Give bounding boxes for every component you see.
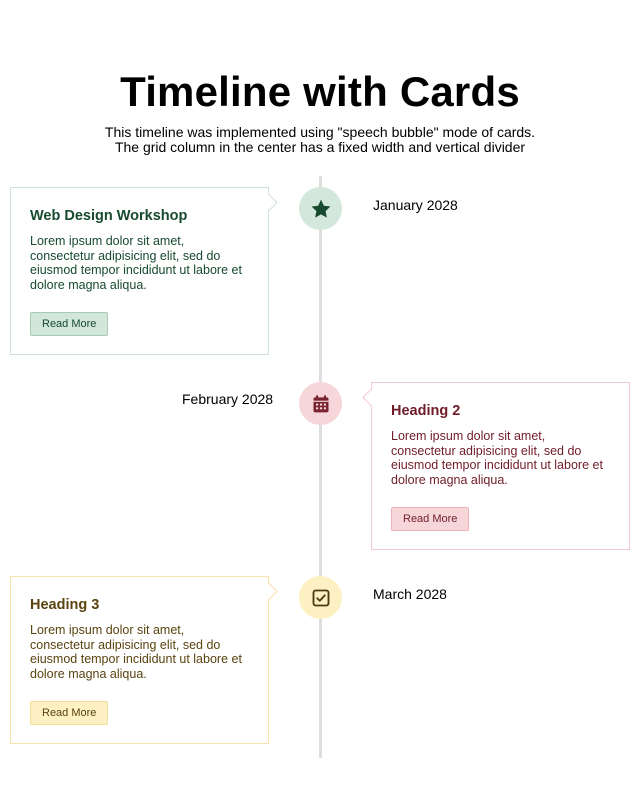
calendar-icon — [313, 394, 328, 412]
timeline-card: Heading 2 Lorem ipsum dolor sit amet, co… — [371, 382, 630, 550]
card-heading: Heading 2 — [391, 403, 461, 419]
timeline-date: February 2028 — [182, 391, 274, 407]
timeline-node — [299, 576, 342, 619]
check-square-icon — [312, 589, 329, 606]
subtitle-line: The grid column in the center has a fixe… — [114, 139, 526, 155]
page-subtitle: This timeline was implemented using "spe… — [0, 125, 640, 155]
card-heading: Web Design Workshop — [30, 208, 188, 224]
timeline-divider — [319, 176, 322, 758]
card-body: Lorem ipsum dolor sit amet, consectetur … — [30, 623, 242, 681]
read-more-button[interactable]: Read More — [391, 507, 470, 531]
timeline-date: March 2028 — [373, 586, 447, 602]
timeline-card: Heading 3 Lorem ipsum dolor sit amet, co… — [10, 576, 269, 744]
card-body: Lorem ipsum dolor sit amet, consectetur … — [30, 234, 242, 292]
timeline-date: January 2028 — [373, 197, 458, 213]
card-body: Lorem ipsum dolor sit amet, consectetur … — [391, 429, 603, 487]
read-more-button[interactable]: Read More — [30, 312, 109, 336]
card-heading: Heading 3 — [30, 597, 100, 613]
read-more-button[interactable]: Read More — [30, 701, 109, 725]
subtitle-line: This timeline was implemented using "spe… — [104, 124, 536, 140]
timeline-node — [299, 382, 342, 425]
star-icon — [311, 199, 330, 218]
timeline-node — [299, 187, 342, 230]
page-title: Timeline with Cards — [120, 68, 520, 115]
timeline-card: Web Design Workshop Lorem ipsum dolor si… — [10, 187, 269, 355]
